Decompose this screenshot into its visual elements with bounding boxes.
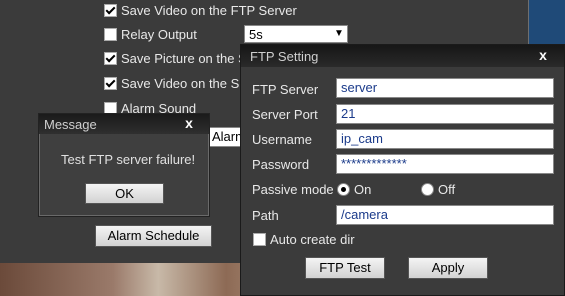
- passive-mode-label: Passive mode: [252, 182, 334, 197]
- ftp-titlebar: FTP Setting x: [241, 45, 564, 67]
- ftp-server-input[interactable]: server: [336, 78, 554, 98]
- relay-duration-value: 5s: [249, 27, 263, 42]
- save-video-sd-label: Save Video on the SD: [121, 76, 249, 91]
- ftp-server-label: FTP Server: [252, 82, 319, 97]
- save-picture-sd-checkbox[interactable]: [104, 52, 117, 65]
- ftp-test-button[interactable]: FTP Test: [305, 257, 385, 279]
- save-picture-sd-label: Save Picture on the S: [121, 51, 247, 66]
- save-video-sd-checkbox[interactable]: [104, 77, 117, 90]
- passive-off-radio[interactable]: [421, 183, 434, 196]
- relay-output-label: Relay Output: [121, 27, 197, 42]
- auto-create-dir-checkbox[interactable]: [253, 233, 266, 246]
- server-port-label: Server Port: [252, 107, 318, 122]
- passive-on-label: On: [354, 182, 372, 197]
- message-titlebar: Message x: [39, 114, 209, 134]
- save-video-ftp-checkbox[interactable]: [104, 4, 117, 17]
- passive-off-label: Off: [438, 182, 456, 197]
- server-port-input[interactable]: 21: [336, 104, 554, 124]
- username-input[interactable]: ip_cam: [336, 129, 554, 149]
- passive-on-radio[interactable]: [337, 183, 350, 196]
- apply-button[interactable]: Apply: [408, 257, 488, 279]
- relay-duration-select[interactable]: 5s ▼: [244, 25, 348, 43]
- relay-output-checkbox[interactable]: [104, 28, 117, 41]
- message-title: Message: [44, 117, 97, 132]
- path-input[interactable]: /camera: [336, 205, 554, 225]
- save-video-ftp-label: Save Video on the FTP Server: [121, 3, 297, 18]
- message-dialog: Message x Test FTP server failure! OK: [38, 113, 210, 217]
- username-label: Username: [252, 132, 312, 147]
- dropdown-arrow-icon[interactable]: ▼: [333, 27, 345, 41]
- auto-create-dir-label: Auto create dir: [270, 232, 355, 247]
- path-label: Path: [252, 208, 279, 223]
- ftp-dialog-title: FTP Setting: [250, 49, 319, 64]
- ok-button[interactable]: OK: [85, 183, 164, 204]
- ftp-setting-dialog: FTP Setting x FTP Server server Server P…: [240, 44, 565, 296]
- close-icon[interactable]: x: [533, 46, 553, 66]
- message-text: Test FTP server failure!: [61, 152, 196, 167]
- close-icon[interactable]: x: [179, 114, 199, 134]
- password-label: Password: [252, 157, 310, 172]
- alarm-schedule-button[interactable]: Alarm Schedule: [95, 225, 212, 247]
- password-input[interactable]: *************: [336, 154, 554, 174]
